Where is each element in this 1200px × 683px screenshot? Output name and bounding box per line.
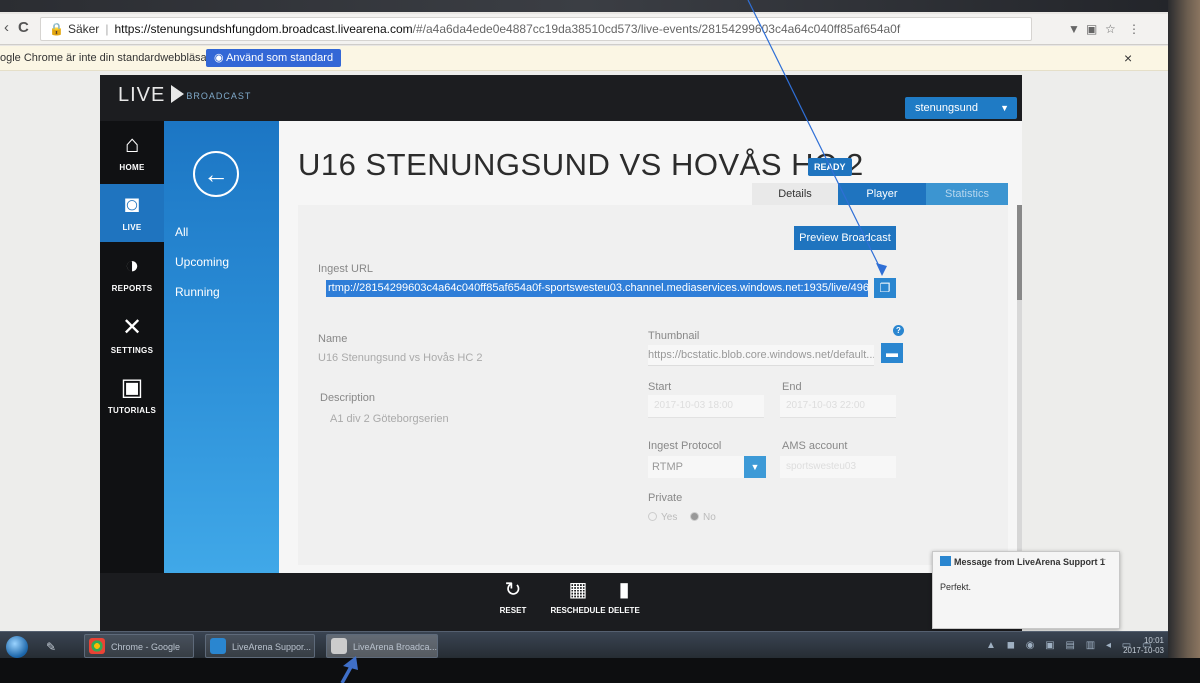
help-icon[interactable]: ? (893, 325, 904, 336)
ingest-url-field[interactable]: rtmp://28154299603c4a64c040ff85af654a0f-… (326, 280, 868, 297)
pinned-app-icon[interactable]: ✎ (46, 640, 56, 654)
reset-icon: ↻ (504, 579, 522, 601)
play-icon (171, 85, 185, 103)
monitor-bezel-bottom (0, 658, 1200, 683)
browser-tabstrip (0, 0, 1168, 12)
taskbar-livearena-support[interactable]: LiveArena Suppor... (205, 634, 315, 658)
ams-account-field: sportswesteu03 (780, 456, 896, 478)
chat-icon (940, 556, 951, 566)
home-icon: ⌂ (124, 131, 140, 158)
thumbnail-field[interactable]: https://bcstatic.blob.core.windows.net/d… (648, 345, 874, 366)
chevron-down-icon: ▼ (1000, 103, 1009, 113)
scrollbar-thumb[interactable] (1017, 205, 1022, 300)
description-field[interactable]: A1 div 2 Göteborgserien (330, 413, 449, 425)
subnav-all[interactable]: All (175, 225, 188, 239)
nav-reports[interactable]: ◑ REPORTS (100, 252, 164, 293)
page-title: U16 STENUNGSUND VS HOVÅS HC 2 (298, 147, 864, 182)
set-default-button[interactable]: ◉ Använd som standard (206, 49, 342, 67)
reports-icon: ◑ (124, 252, 140, 279)
menu-icon[interactable]: ⋮ (1128, 22, 1140, 36)
ingest-url-label: Ingest URL (318, 263, 374, 275)
account-select[interactable]: stenungsund ▼ (905, 97, 1017, 119)
taskbar-livearena-broadcast[interactable]: LiveArena Broadca... (326, 634, 438, 658)
chat-title: Message from LiveArena Support 1 (940, 556, 1105, 567)
tray-clock[interactable]: 10:01 2017-10-03 (1120, 636, 1164, 656)
ingest-protocol-label: Ingest Protocol (648, 440, 722, 452)
trash-icon: ▮ (618, 579, 630, 601)
tutorials-icon: ▣ (120, 374, 144, 401)
tab-details[interactable]: Details (752, 183, 838, 205)
close-icon[interactable]: × (1124, 46, 1132, 70)
delete-button[interactable]: ▮ DELETE (594, 578, 654, 615)
copy-icon[interactable]: ❐ (874, 278, 896, 298)
private-label: Private (648, 492, 683, 504)
url-host: https://stenungsundshfungdom.broadcast.l… (114, 22, 413, 36)
subnav-upcoming[interactable]: Upcoming (175, 255, 229, 269)
start-field[interactable]: 2017-10-03 18:00 (648, 395, 764, 418)
description-label: Description (320, 392, 376, 404)
private-yes-radio[interactable]: Yes (648, 512, 677, 523)
nav-live[interactable]: ◙ LIVE (100, 191, 164, 232)
ingest-protocol-select[interactable]: RTMP (648, 456, 744, 478)
tab-player[interactable]: Player (838, 183, 926, 205)
private-no-radio[interactable]: No (690, 512, 716, 523)
filter-icon[interactable]: ▼ (1068, 22, 1080, 36)
end-label: End (782, 381, 802, 393)
ams-account-label: AMS account (782, 440, 848, 452)
minimize-icon[interactable]: – (1100, 554, 1106, 565)
status-badge: READY (808, 158, 852, 176)
url-input[interactable]: 🔒 Säker | https://stenungsundshfungdom.broa… (40, 17, 1032, 41)
reload-icon[interactable]: C (18, 19, 29, 36)
back-button[interactable]: ← (193, 151, 239, 197)
start-button[interactable] (6, 636, 28, 658)
name-label: Name (318, 333, 348, 345)
monitor-bezel (1168, 0, 1200, 683)
chevron-down-icon[interactable]: ▼ (744, 456, 766, 478)
url-path: /#/a4a6da4ede0e4887cc19da38510cd573/live… (412, 22, 901, 36)
nav-tutorials[interactable]: ▣ TUTORIALS (100, 374, 164, 415)
folder-icon[interactable]: ▬ (881, 343, 903, 363)
infobar-message: ogle Chrome är inte din standardwebbläsa… (0, 52, 220, 64)
end-field[interactable]: 2017-10-03 22:00 (780, 395, 896, 418)
reset-button[interactable]: ↻ RESET (483, 578, 543, 615)
preview-broadcast-button[interactable]: Preview Broadcast (794, 226, 896, 250)
bookmark-star-icon[interactable]: ☆ (1105, 22, 1116, 36)
live-icon: ◙ (124, 191, 140, 218)
back-arrow-icon[interactable]: ‹ (4, 19, 9, 36)
tab-statistics[interactable]: Statistics (926, 183, 1008, 205)
default-browser-infobar: ogle Chrome är inte din standardwebbläsa… (0, 46, 1168, 71)
start-label: Start (648, 381, 672, 393)
subnav-running[interactable]: Running (175, 285, 220, 299)
thumbnail-label: Thumbnail (648, 330, 700, 342)
chat-message: Perfekt. (940, 582, 972, 592)
name-field[interactable]: U16 Stenungsund vs Hovås HC 2 (318, 352, 482, 364)
lock-icon: 🔒 (49, 22, 64, 36)
livearena-logo[interactable]: LIVE BROADCAST (118, 84, 251, 107)
security-label: Säker (67, 22, 100, 36)
nav-home[interactable]: ⌂ HOME (100, 131, 164, 172)
settings-icon: ✕ (121, 314, 143, 341)
nav-settings[interactable]: ✕ SETTINGS (100, 314, 164, 355)
extension-icon[interactable]: ▣ (1086, 22, 1097, 36)
taskbar-chrome[interactable]: Chrome - Google (84, 634, 194, 658)
